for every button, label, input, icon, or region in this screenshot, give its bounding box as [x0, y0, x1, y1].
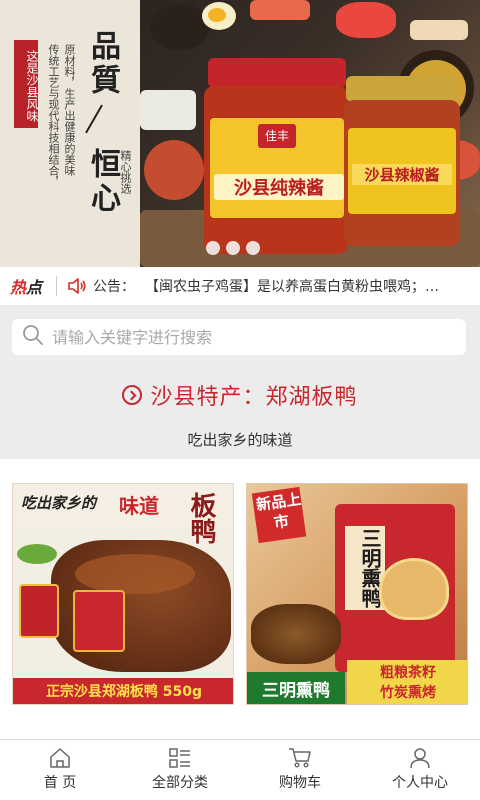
banner-desc-2: 原材料，生产出健康的美味: [63, 44, 76, 176]
banner-title-top: 品質: [85, 30, 120, 98]
notice-text[interactable]: 【闽农虫子鸡蛋】是以养高蛋白黄粉虫喂鸡；…: [145, 276, 475, 296]
product-card-1[interactable]: 吃出家乡的 味道 板鸭 正宗沙县郑湖板鸭 550g: [12, 483, 234, 705]
product-2-image: [251, 604, 341, 664]
product-grid: 吃出家乡的 味道 板鸭 正宗沙县郑湖板鸭 550g 新品上市 三明熏鸭 三明熏鸭…: [0, 459, 480, 739]
search-area: [0, 305, 480, 367]
banner-carousel[interactable]: 这是沙县风味 传统工艺与现代科技相结合， 原材料，生产出健康的美味 品質 恒心 …: [0, 0, 480, 267]
carousel-dot[interactable]: [246, 241, 260, 255]
tab-home-label: 首 页: [43, 775, 77, 791]
product-1-headline: 吃出家乡的: [21, 494, 97, 512]
user-icon: [408, 747, 432, 769]
carousel-dot[interactable]: [206, 241, 220, 255]
banner-photo: 佳丰 沙县纯辣酱 沙县辣椒酱: [140, 0, 480, 267]
hot-label: 热点: [10, 278, 43, 297]
product-1-side-text: 板鸭: [186, 492, 216, 544]
tab-profile-label: 个人中心: [392, 775, 448, 791]
jar2-label: 沙县辣椒酱: [352, 164, 452, 185]
search-icon: [22, 324, 44, 350]
product-2-footer-right-1: 粗粮茶籽: [380, 665, 436, 681]
search-box[interactable]: [12, 319, 466, 355]
tab-cart-label: 购物车: [279, 775, 321, 791]
tab-cart[interactable]: 购物车: [240, 740, 360, 800]
category-icon: [168, 747, 192, 769]
jar-lid: [208, 58, 346, 88]
tab-categories-label: 全部分类: [152, 775, 208, 791]
banner-divider: [85, 104, 103, 134]
notice-bar[interactable]: 热点 公告： 【闽农虫子鸡蛋】是以养高蛋白黄粉虫喂鸡；…: [0, 267, 480, 305]
featured-section-header: 沙县特产：郑湖板鸭 吃出家乡的味道: [0, 367, 480, 459]
tab-home[interactable]: 首 页: [0, 740, 120, 800]
section-title-text: 沙县特产：郑湖板鸭: [150, 385, 358, 410]
section-title[interactable]: 沙县特产：郑湖板鸭: [0, 379, 480, 411]
product-1-footer: 正宗沙县郑湖板鸭 550g: [45, 684, 203, 700]
product-2-footer-left: 三明熏鸭: [262, 681, 330, 701]
section-subtitle: 吃出家乡的味道: [187, 431, 293, 449]
product-2-badge: 新品上市: [255, 490, 303, 532]
jar1-brand: 佳丰: [258, 124, 296, 148]
banner-text-panel: 这是沙县风味 传统工艺与现代科技相结合， 原材料，生产出健康的美味 品質 恒心 …: [0, 0, 140, 267]
product-card-2[interactable]: 新品上市 三明熏鸭 三明熏鸭 粗粮茶籽 竹炭熏烤: [246, 483, 468, 705]
divider: [56, 276, 57, 296]
tab-categories[interactable]: 全部分类: [120, 740, 240, 800]
carousel-dot[interactable]: [226, 241, 240, 255]
search-input[interactable]: [52, 327, 452, 347]
banner-desc-1: 传统工艺与现代科技相结合，: [47, 44, 60, 187]
banner-tag: 这是沙县风味: [14, 40, 39, 128]
speaker-icon: [67, 278, 87, 294]
jar1-label: 沙县纯辣酱: [214, 174, 344, 200]
notice-label: 公告：: [93, 279, 135, 295]
carousel-indicator[interactable]: [206, 241, 260, 255]
product-2-footer-right-2: 竹炭熏烤: [380, 685, 436, 701]
product-1-headline-accent: 味道: [119, 494, 159, 518]
tab-profile[interactable]: 个人中心: [360, 740, 480, 800]
circle-arrow-icon: [122, 385, 143, 405]
home-icon: [48, 747, 72, 769]
banner-desc-3: 精心挑选: [119, 150, 132, 194]
bottom-tab-bar: 首 页 全部分类 购物车 个人中心: [0, 739, 480, 800]
cart-icon: [288, 747, 312, 769]
